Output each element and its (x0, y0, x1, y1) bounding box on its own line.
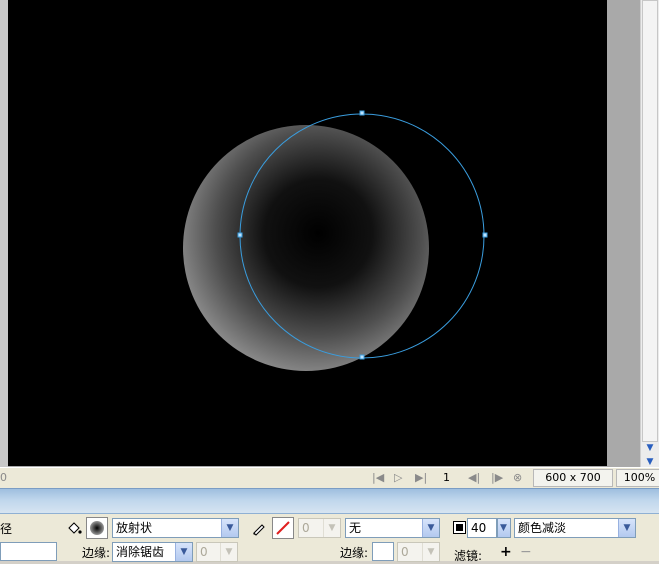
edge-value: 消除锯齿 (116, 545, 165, 559)
previous-frame-icon[interactable]: ◀| (468, 471, 480, 485)
remove-filter-icon[interactable]: − (520, 544, 532, 560)
status-left-fragment: 0 (0, 471, 7, 484)
chevron-down-icon: ▼ (221, 519, 238, 537)
status-bar: 0 |◀ ▷ ▶| 1 ◀| |▶ ⊗ 600 x 700 100% (0, 467, 659, 488)
canvas-drawing (183, 110, 488, 371)
left-text-field[interactable] (0, 542, 57, 561)
stroke-color-swatch[interactable] (272, 517, 294, 539)
chevron-down-icon: ▼ (618, 519, 635, 537)
last-frame-icon[interactable]: ▶| (415, 471, 427, 485)
chevron-down-icon: ▼ (498, 519, 510, 537)
fill-type-select[interactable]: 放射状 ▼ (112, 518, 239, 538)
fill-type-value: 放射状 (116, 521, 153, 535)
workspace: ▼ ▼ (0, 0, 659, 468)
stroke-edge-value: 0 (401, 545, 409, 559)
play-icon[interactable]: ▷ (394, 471, 402, 485)
handle-top (359, 110, 365, 116)
properties-panel-titlebar[interactable] (0, 488, 659, 514)
handle-right (482, 232, 488, 238)
handle-bottom (359, 354, 365, 360)
first-frame-icon[interactable]: |◀ (372, 471, 384, 485)
paint-bucket-icon (65, 519, 83, 537)
opacity-icon (452, 520, 466, 534)
pencil-icon (250, 519, 268, 537)
edge-amount-stepper[interactable]: 0 ▼ (196, 542, 238, 562)
opacity-field[interactable]: 40 (467, 518, 497, 538)
document-canvas[interactable] (8, 0, 607, 466)
stroke-edge-stepper[interactable]: 0 ▼ (397, 542, 440, 562)
blend-mode-value: 颜色减淡 (518, 521, 567, 535)
stroke-size-value: 0 (302, 521, 310, 535)
chevron-down-icon: ▼ (220, 543, 237, 561)
zoom-level[interactable]: 100% (616, 469, 659, 487)
chevron-down-icon: ▼ (323, 519, 340, 537)
scrollbar-thumb[interactable] (642, 0, 658, 442)
fill-color-swatch[interactable] (86, 517, 108, 539)
gradient-orb[interactable] (183, 125, 429, 371)
opacity-value: 40 (471, 521, 487, 535)
stroke-category-value: 无 (349, 521, 362, 535)
property-inspector: 径 放射状 ▼ 边缘: 消除锯齿 ▼ 0 ▼ 0 ▼ 无 ▼ 边缘: 0 ▼ 4… (0, 514, 659, 563)
stroke-edge-field[interactable] (372, 542, 394, 561)
blend-mode-select[interactable]: 颜色减淡 ▼ (514, 518, 636, 538)
add-filter-icon[interactable]: + (500, 544, 512, 560)
edge-label: 边缘: (82, 546, 111, 560)
edge-amount-value: 0 (200, 545, 208, 559)
left-ruler-strip (0, 0, 8, 468)
stroke-size-stepper[interactable]: 0 ▼ (298, 518, 341, 538)
document-size[interactable]: 600 x 700 (533, 469, 613, 487)
loop-icon[interactable]: ⊗ (513, 471, 522, 485)
left-label-fragment: 径 (0, 522, 13, 536)
edge-select[interactable]: 消除锯齿 ▼ (112, 542, 193, 562)
opacity-dropdown-button[interactable]: ▼ (497, 518, 511, 538)
stroke-category-select[interactable]: 无 ▼ (345, 518, 440, 538)
filters-label: 滤镜: (454, 549, 483, 563)
vertical-scrollbar[interactable]: ▼ ▼ (640, 0, 659, 468)
next-frame-icon[interactable]: |▶ (491, 471, 503, 485)
stroke-edge-label: 边缘: (340, 546, 369, 560)
handle-left (237, 232, 243, 238)
chevron-down-icon: ▼ (422, 519, 439, 537)
frame-number: 1 (443, 471, 450, 484)
chevron-down-icon: ▼ (422, 543, 439, 561)
chevron-down-icon: ▼ (175, 543, 192, 561)
